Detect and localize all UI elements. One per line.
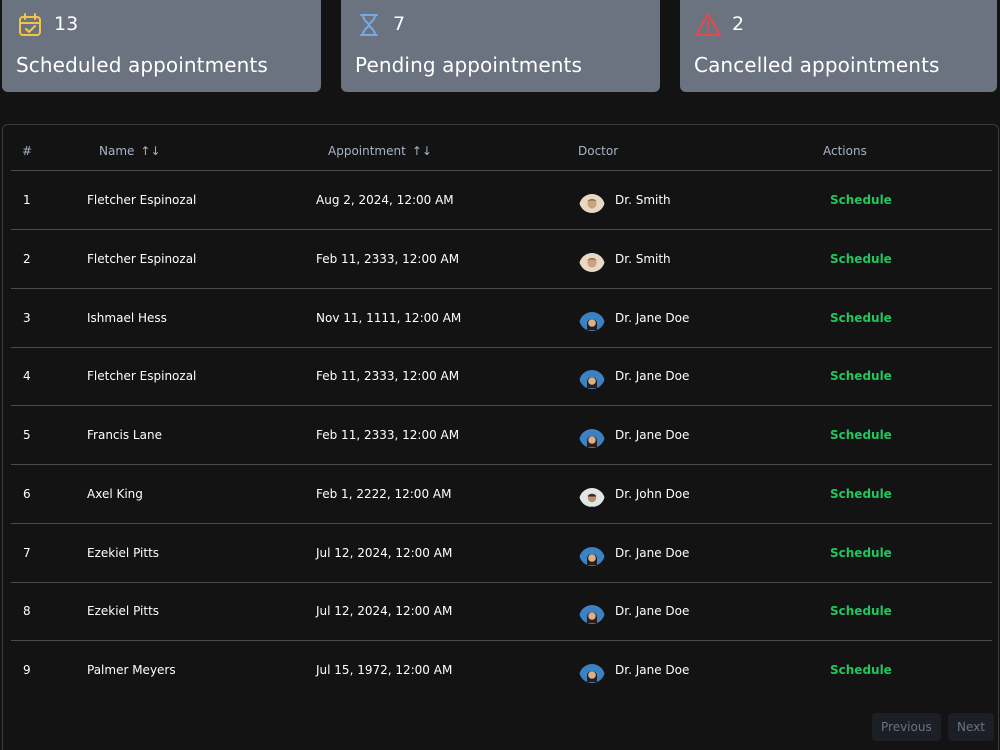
doctor-cell: Dr. Jane Doe xyxy=(579,289,689,347)
appointment-date: Jul 15, 1972, 12:00 AM xyxy=(316,663,453,677)
header-doctor: Doctor xyxy=(578,144,619,158)
doctor-name: Dr. Jane Doe xyxy=(615,369,690,384)
scheduled-label: Scheduled appointments xyxy=(16,53,268,77)
appointment-date: Nov 11, 1111, 12:00 AM xyxy=(316,310,462,325)
doctor-avatar xyxy=(579,657,605,683)
doctor-name: Dr. Jane Doe xyxy=(615,310,690,325)
row-number: 7 xyxy=(23,545,31,560)
calendar-check-icon xyxy=(16,11,44,39)
row-number: 3 xyxy=(23,310,31,325)
table-row: 7 Ezekiel Pitts Jul 12, 2024, 12:00 AM Dr. … xyxy=(11,524,992,583)
appointment-date: Feb 11, 2333, 12:00 AM xyxy=(316,369,460,384)
schedule-button[interactable]: Schedule xyxy=(830,641,892,699)
pending-label: Pending appointments xyxy=(355,53,582,77)
doctor-cell: Dr. Smith xyxy=(579,230,671,288)
doctor-name: Dr. Smith xyxy=(615,193,671,207)
pending-count: 7 xyxy=(393,13,406,35)
sort-icon[interactable]: ↑↓ xyxy=(140,144,160,158)
row-number: 5 xyxy=(23,428,31,442)
doctor-name: Dr. Jane Doe xyxy=(615,545,690,560)
patient-name: Fletcher Espinozal xyxy=(87,193,197,207)
header-name-label: Name xyxy=(99,144,135,158)
patient-name: Palmer Meyers xyxy=(87,663,176,677)
patient-name: Fletcher Espinozal xyxy=(87,369,197,384)
doctor-avatar xyxy=(579,481,605,507)
doctor-name: Dr. Jane Doe xyxy=(615,428,690,442)
table-row: 3 Ishmael Hess Nov 11, 1111, 12:00 AM Dr. J… xyxy=(11,289,992,348)
table-row: 4 Fletcher Espinozal Feb 11, 2333, 12:00 A… xyxy=(11,347,992,407)
doctor-cell: Dr. Jane Doe xyxy=(579,347,689,405)
schedule-button[interactable]: Schedule xyxy=(830,347,892,405)
doctor-avatar xyxy=(579,540,605,566)
patient-name: Fletcher Espinozal xyxy=(87,251,197,266)
table-row: 6 Axel King Feb 1, 2222, 12:00 AM Dr. John … xyxy=(11,465,992,524)
row-number: 1 xyxy=(23,193,31,207)
header-name[interactable]: Name ↑↓ xyxy=(99,143,161,159)
doctor-cell: Dr. Jane Doe xyxy=(579,524,689,582)
doctor-cell: Dr. Smith xyxy=(579,171,671,229)
appointment-date: Jul 12, 2024, 12:00 AM xyxy=(316,604,453,619)
schedule-button[interactable]: Schedule xyxy=(830,230,892,288)
table-row: 8 Ezekiel Pitts Jul 12, 2024, 12:00 AM Dr. … xyxy=(11,582,992,642)
appointment-date: Feb 11, 2333, 12:00 AM xyxy=(316,251,460,266)
schedule-button[interactable]: Schedule xyxy=(830,289,892,347)
row-number: 9 xyxy=(23,663,31,677)
previous-button[interactable]: Previous xyxy=(872,713,941,741)
appointments-table: # Name ↑↓ Appointment ↑↓ Doctor Actions 1 F… xyxy=(2,124,999,750)
doctor-name: Dr. Smith xyxy=(615,251,671,266)
table-row: 5 Francis Lane Feb 11, 2333, 12:00 AM Dr. J… xyxy=(11,406,992,465)
doctor-name: Dr. Jane Doe xyxy=(615,604,690,619)
appointment-date: Jul 12, 2024, 12:00 AM xyxy=(316,545,453,560)
patient-name: Francis Lane xyxy=(87,428,162,442)
scheduled-appointments-card: 13 Scheduled appointments xyxy=(2,0,321,92)
header-number: # xyxy=(22,144,33,158)
doctor-cell: Dr. Jane Doe xyxy=(579,641,689,699)
header-appointment[interactable]: Appointment ↑↓ xyxy=(328,143,432,159)
appointment-date: Feb 11, 2333, 12:00 AM xyxy=(316,428,460,442)
scheduled-count: 13 xyxy=(54,13,79,35)
appointment-date: Aug 2, 2024, 12:00 AM xyxy=(316,193,454,207)
row-number: 4 xyxy=(23,369,31,384)
schedule-button[interactable]: Schedule xyxy=(830,465,892,523)
doctor-avatar xyxy=(579,246,605,272)
cancelled-appointments-card: 2 Cancelled appointments xyxy=(680,0,997,92)
doctor-avatar xyxy=(579,187,605,213)
pending-appointments-card: 7 Pending appointments xyxy=(341,0,660,92)
patient-name: Ishmael Hess xyxy=(87,310,167,325)
schedule-button[interactable]: Schedule xyxy=(830,524,892,582)
table-row: 9 Palmer Meyers Jul 15, 1972, 12:00 AM Dr. … xyxy=(11,641,992,700)
next-button[interactable]: Next xyxy=(948,713,994,741)
appointment-date: Feb 1, 2222, 12:00 AM xyxy=(316,486,452,501)
doctor-avatar xyxy=(579,363,605,390)
table-row: 2 Fletcher Espinozal Feb 11, 2333, 12:00 A… xyxy=(11,230,992,289)
hourglass-icon xyxy=(355,11,383,39)
doctor-avatar xyxy=(579,305,605,331)
row-number: 2 xyxy=(23,251,31,266)
cancelled-label: Cancelled appointments xyxy=(694,53,940,77)
doctor-name: Dr. John Doe xyxy=(615,486,690,501)
header-appointment-label: Appointment xyxy=(328,144,406,158)
doctor-avatar xyxy=(579,598,605,625)
doctor-name: Dr. Jane Doe xyxy=(615,663,690,677)
warning-triangle-icon xyxy=(694,11,722,39)
patient-name: Ezekiel Pitts xyxy=(87,545,160,560)
doctor-cell: Dr. Jane Doe xyxy=(579,582,689,640)
cancelled-count: 2 xyxy=(732,13,745,35)
row-number: 6 xyxy=(23,486,31,501)
sort-icon[interactable]: ↑↓ xyxy=(412,144,432,158)
patient-name: Ezekiel Pitts xyxy=(87,604,160,619)
doctor-avatar xyxy=(579,422,605,448)
table-row: 1 Fletcher Espinozal Aug 2, 2024, 12:00 AM… xyxy=(11,171,992,230)
row-number: 8 xyxy=(23,604,31,619)
patient-name: Axel King xyxy=(87,486,143,501)
doctor-cell: Dr. John Doe xyxy=(579,465,690,523)
header-actions: Actions xyxy=(823,144,867,158)
schedule-button[interactable]: Schedule xyxy=(830,406,892,464)
schedule-button[interactable]: Schedule xyxy=(830,171,892,229)
doctor-cell: Dr. Jane Doe xyxy=(579,406,689,464)
schedule-button[interactable]: Schedule xyxy=(830,582,892,640)
